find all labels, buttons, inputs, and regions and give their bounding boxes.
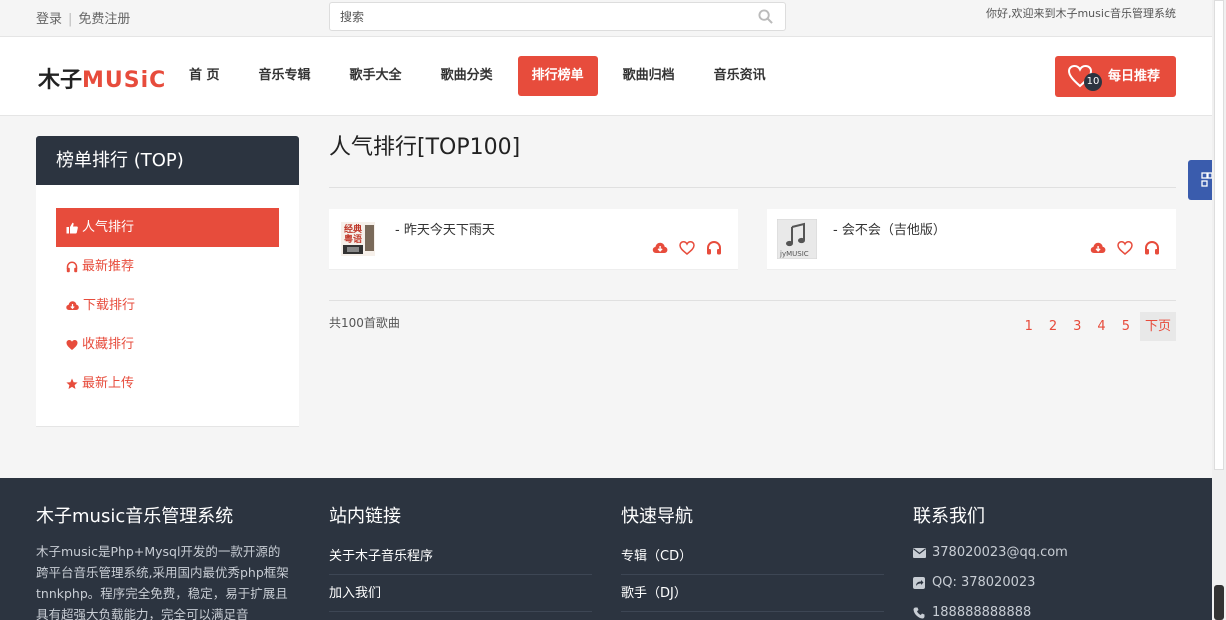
download-icon[interactable] xyxy=(1090,240,1106,256)
cloud-download-icon xyxy=(66,300,79,310)
favorite-icon[interactable] xyxy=(679,240,695,256)
scroll-down-handle[interactable] xyxy=(1214,585,1224,620)
song-count: 共100首歌曲 xyxy=(329,316,400,330)
share-square-icon xyxy=(913,577,925,589)
footer-link-about[interactable]: 关于木子音乐程序 xyxy=(329,538,592,575)
album-cover[interactable]: jyMUSIC xyxy=(776,218,818,260)
footer-link-join[interactable]: 加入我们 xyxy=(329,575,592,612)
cover-label: jyMUSIC xyxy=(779,250,809,258)
sidebar-item-latest-upload[interactable]: 最新上传 xyxy=(56,364,279,403)
login-link[interactable]: 登录 xyxy=(36,12,62,27)
heart-icon xyxy=(66,339,78,350)
contact-qq: QQ: 378020023 xyxy=(913,568,1068,598)
qr-code-button[interactable] xyxy=(1188,160,1213,200)
sidebar-item-label: 人气排行 xyxy=(82,219,135,235)
footer-link-singers[interactable]: 歌手（DJ） xyxy=(621,575,884,612)
favorite-icon[interactable] xyxy=(1117,240,1133,256)
listen-icon[interactable] xyxy=(1144,240,1160,256)
list-divider xyxy=(329,300,1176,301)
nav-item-home[interactable]: 首 页 xyxy=(175,56,234,96)
site-footer: 木子music音乐管理系统 木子music是Php+Mysql开发的一款开源的跨… xyxy=(0,478,1212,620)
page-3[interactable]: 3 xyxy=(1067,312,1087,341)
nav-menu: 首 页 音乐专辑 歌手大全 歌曲分类 排行榜单 歌曲归档 音乐资讯 xyxy=(175,56,791,96)
nav-item-news[interactable]: 音乐资讯 xyxy=(700,56,780,96)
sidebar-item-label: 最新推荐 xyxy=(82,258,135,274)
song-actions xyxy=(641,240,722,256)
sidebar-item-label: 最新上传 xyxy=(82,375,135,391)
footer-links-title: 站内链接 xyxy=(329,506,401,527)
nav-item-charts[interactable]: 排行榜单 xyxy=(517,56,598,96)
sidebar-item-latest-recommend[interactable]: 最新推荐 xyxy=(56,247,279,286)
page-5[interactable]: 5 xyxy=(1116,312,1136,341)
logo-en: MUSiC xyxy=(82,68,167,93)
nav-item-albums[interactable]: 音乐专辑 xyxy=(245,56,325,96)
song-actions xyxy=(1079,240,1160,256)
page-1[interactable]: 1 xyxy=(1019,312,1039,341)
song-card[interactable]: 经典 粤语 - 昨天今天下雨天 xyxy=(329,209,738,270)
nav-item-genres[interactable]: 歌曲分类 xyxy=(427,56,507,96)
envelope-icon xyxy=(913,548,926,558)
svg-text:粤语: 粤语 xyxy=(344,233,362,245)
sidebar-item-label: 下载排行 xyxy=(83,297,136,313)
site-logo[interactable]: 木子MUSiC xyxy=(38,62,166,94)
listen-icon[interactable] xyxy=(706,240,722,256)
sidebar-item-label: 收藏排行 xyxy=(82,336,135,352)
footer-about-text: 木子music是Php+Mysql开发的一款开源的跨平台音乐管理系统,采用国内最… xyxy=(36,544,289,620)
search-box xyxy=(329,2,786,31)
account-links: 登录 | 免费注册 xyxy=(36,8,130,27)
chart-sidebar: 榜单排行 (TOP) 人气排行 最新推荐 下载排行 收藏排行 最新上传 xyxy=(36,136,299,427)
page-2[interactable]: 2 xyxy=(1043,312,1063,341)
sidebar-list: 人气排行 最新推荐 下载排行 收藏排行 最新上传 xyxy=(36,185,299,403)
contact-email: 378020023@qq.com xyxy=(913,538,1068,568)
main-nav: 木子MUSiC 首 页 音乐专辑 歌手大全 歌曲分类 排行榜单 歌曲归档 音乐资… xyxy=(0,37,1212,116)
footer-quick-nav: 快速导航 专辑（CD） 歌手（DJ） xyxy=(621,502,884,612)
top-bar: 登录 | 免费注册 你好,欢迎来到木子music音乐管理系统 xyxy=(0,0,1212,37)
footer-contact: 联系我们 378020023@qq.com QQ: 378020023 1888… xyxy=(913,502,1068,620)
song-name[interactable]: - 昨天今天下雨天 xyxy=(395,219,495,238)
link-separator: | xyxy=(68,12,73,27)
qr-code-icon xyxy=(1201,172,1213,187)
welcome-text: 你好,欢迎来到木子music音乐管理系统 xyxy=(985,7,1176,20)
sidebar-item-favorites[interactable]: 收藏排行 xyxy=(56,325,279,364)
album-cover[interactable]: 经典 粤语 xyxy=(339,219,379,259)
register-link[interactable]: 免费注册 xyxy=(78,12,130,27)
footer-link-albums[interactable]: 专辑（CD） xyxy=(621,538,884,575)
contact-phone: 188888888888 xyxy=(913,598,1068,620)
headphones-icon xyxy=(66,261,78,272)
footer-nav-title: 快速导航 xyxy=(621,506,693,527)
sidebar-item-downloads[interactable]: 下载排行 xyxy=(56,286,279,325)
pagination: 1 2 3 4 5 下页 xyxy=(1015,312,1176,341)
thumbs-up-icon xyxy=(66,222,78,233)
star-icon xyxy=(66,378,78,389)
daily-badge: 10 xyxy=(1084,73,1102,91)
song-name[interactable]: - 会不会（吉他版） xyxy=(833,219,946,238)
daily-label: 每日推荐 xyxy=(1108,69,1161,84)
song-card[interactable]: jyMUSIC - 会不会（吉他版） xyxy=(767,209,1176,270)
logo-cn: 木子 xyxy=(38,68,83,93)
page-4[interactable]: 4 xyxy=(1091,312,1111,341)
footer-about-title: 木子music音乐管理系统 xyxy=(36,506,234,527)
svg-text:经典: 经典 xyxy=(344,223,362,235)
scrollbar-thumb[interactable] xyxy=(1214,0,1224,470)
download-icon[interactable] xyxy=(652,240,668,256)
page-title: 人气排行[TOP100] xyxy=(329,136,1176,188)
daily-recommend-button[interactable]: 10 每日推荐 xyxy=(1055,56,1176,97)
nav-item-singers[interactable]: 歌手大全 xyxy=(336,56,416,96)
search-input[interactable] xyxy=(330,3,730,30)
search-icon[interactable] xyxy=(758,9,773,28)
footer-about: 木子music音乐管理系统 木子music是Php+Mysql开发的一款开源的跨… xyxy=(36,502,291,620)
phone-icon xyxy=(913,607,925,619)
footer-links: 站内链接 关于木子音乐程序 加入我们 xyxy=(329,502,592,612)
next-page-button[interactable]: 下页 xyxy=(1139,312,1176,341)
sidebar-title: 榜单排行 (TOP) xyxy=(36,136,299,185)
main-content: 人气排行[TOP100] 经典 粤语 - 昨天今天下雨天 jyMUSIC - 会… xyxy=(329,136,1176,341)
footer-contact-title: 联系我们 xyxy=(913,506,985,527)
nav-item-archive[interactable]: 歌曲归档 xyxy=(609,56,689,96)
sidebar-item-popular[interactable]: 人气排行 xyxy=(56,208,279,247)
